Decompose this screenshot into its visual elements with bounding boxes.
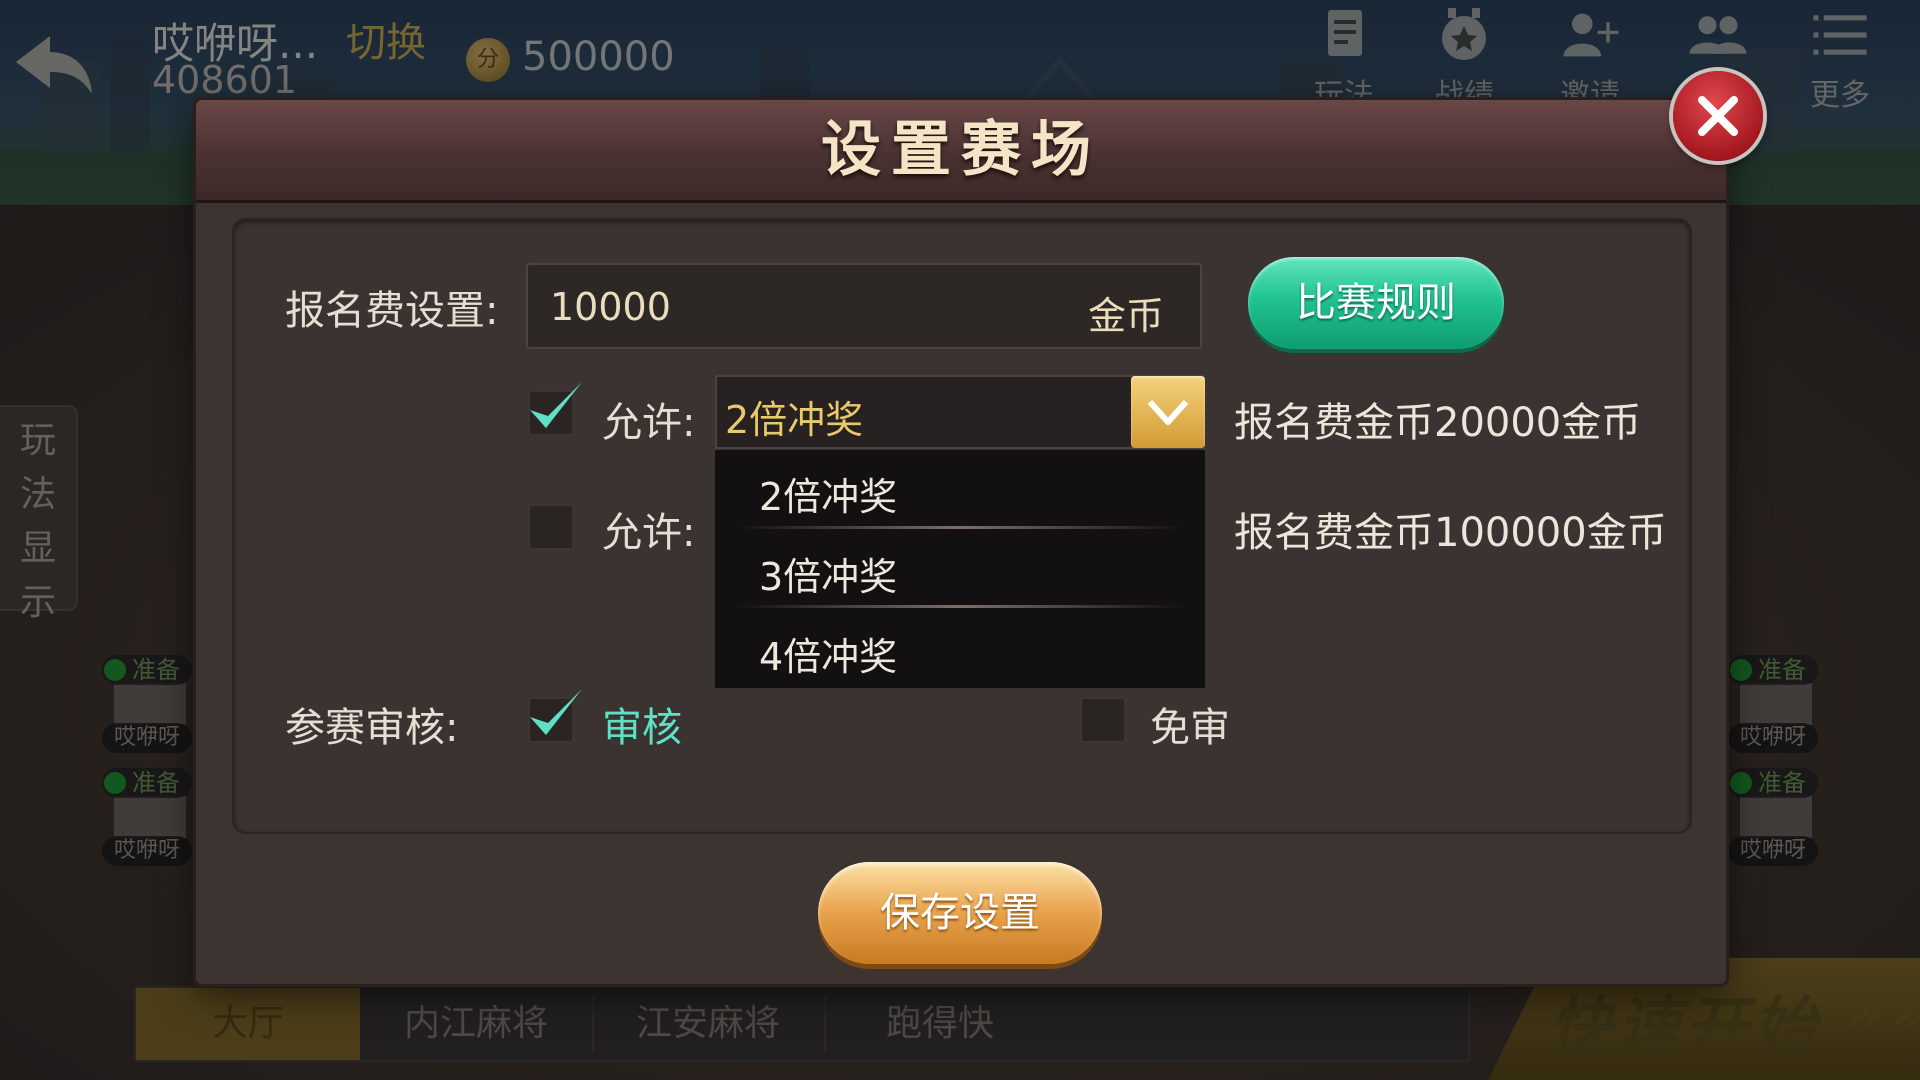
allow-row2-checkbox[interactable] [528, 504, 574, 550]
allow-row1-label: 允许: [602, 400, 696, 446]
chevron-down-icon [1147, 399, 1189, 425]
bonus-multiplier-selected: 2倍冲奖 [725, 398, 864, 442]
option-label: 3倍冲奖 [759, 555, 898, 599]
dropdown-option[interactable]: 4倍冲奖 [715, 610, 1205, 688]
checkmark-icon [530, 382, 582, 428]
review-checkbox[interactable] [528, 689, 582, 743]
dialog-header: 设置赛场 [196, 100, 1726, 203]
allow-row2-label: 允许: [602, 510, 696, 556]
entry-fee-input[interactable]: 10000 金币 [526, 263, 1202, 349]
entry-fee-label: 报名费设置: [285, 288, 499, 334]
review-label: 参赛审核: [285, 705, 459, 751]
dropdown-option[interactable]: 3倍冲奖 [715, 530, 1205, 608]
option-divider [735, 526, 1185, 529]
match-rules-label: 比赛规则 [1296, 280, 1456, 326]
allow-row1-checkbox[interactable] [528, 382, 582, 436]
dialog-title: 设置赛场 [821, 115, 1101, 185]
save-settings-button[interactable]: 保存设置 [818, 862, 1102, 964]
exempt-checkbox[interactable] [1080, 697, 1126, 743]
option-label: 4倍冲奖 [759, 635, 898, 679]
allow-row1-fee-note: 报名费金币20000金币 [1234, 400, 1642, 446]
dropdown-options-list: 2倍冲奖 3倍冲奖 4倍冲奖 [715, 450, 1205, 688]
checkmark-icon [530, 689, 582, 735]
option-label: 2倍冲奖 [759, 475, 898, 519]
entry-fee-value: 10000 [550, 285, 671, 329]
exempt-option-label[interactable]: 免审 [1150, 695, 1230, 753]
allow-row2-fee-note: 报名费金币100000金币 [1234, 510, 1667, 556]
dropdown-option[interactable]: 2倍冲奖 [715, 450, 1205, 528]
entry-fee-unit: 金币 [1087, 294, 1164, 338]
close-button[interactable] [1673, 71, 1763, 161]
review-option-label[interactable]: 审核 [602, 695, 682, 753]
dropdown-toggle[interactable] [1131, 376, 1205, 448]
match-rules-button[interactable]: 比赛规则 [1248, 257, 1504, 349]
save-settings-label: 保存设置 [880, 890, 1040, 936]
option-divider [735, 605, 1185, 608]
close-icon [1698, 96, 1738, 136]
